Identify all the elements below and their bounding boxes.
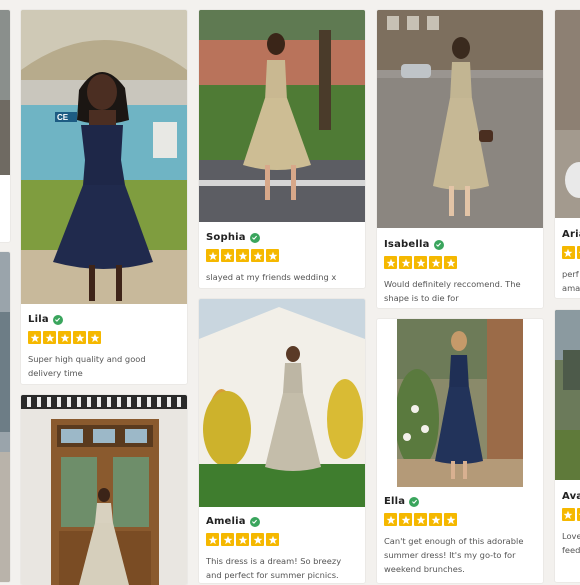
review-photo[interactable] — [0, 10, 10, 175]
star-icon — [43, 331, 56, 344]
review-text: Love feed — [562, 529, 580, 557]
star-icon — [577, 246, 580, 259]
verified-check-icon — [53, 315, 63, 325]
star-icon — [221, 249, 234, 262]
star-icon — [206, 533, 219, 546]
reviewer-name: Lila — [28, 314, 49, 325]
star-icon — [399, 513, 412, 526]
star-icon — [236, 249, 249, 262]
review-card-amelia[interactable]: Amelia This dress is a dream! So breezy … — [199, 299, 365, 583]
star-rating — [206, 533, 359, 546]
review-text: Super high quality and good delivery tim… — [28, 352, 181, 380]
reviewer-row: Ava — [562, 490, 580, 503]
review-text: Can't get enough of this adorable summer… — [384, 534, 537, 576]
star-icon — [58, 331, 71, 344]
star-icon — [562, 246, 575, 259]
review-card-partial[interactable] — [0, 252, 10, 582]
star-icon — [206, 249, 219, 262]
reviewer-name: Sophia — [206, 232, 246, 243]
photo-sign-text: CE — [57, 113, 69, 122]
reviewer-name: Aria — [562, 229, 580, 240]
review-card-ava[interactable]: Ava Love feed — [555, 310, 580, 582]
reviewer-name: Ava — [562, 491, 580, 502]
review-photo[interactable] — [397, 319, 523, 487]
review-card-aria[interactable]: Aria perf ama — [555, 10, 580, 298]
star-icon — [577, 508, 580, 521]
star-icon — [88, 331, 101, 344]
review-card-ella[interactable]: Ella Can't get enough of this adorable s… — [377, 319, 543, 583]
star-icon — [414, 513, 427, 526]
star-rating — [384, 513, 537, 526]
review-card-partial[interactable] — [0, 10, 10, 242]
star-icon — [266, 249, 279, 262]
review-text: Would definitely reccomend. The shape is… — [384, 277, 537, 305]
review-photo[interactable]: CE — [21, 10, 187, 304]
review-card-sophia[interactable]: Sophia slayed at my friends wedding x — [199, 10, 365, 288]
star-icon — [399, 256, 412, 269]
review-photo[interactable] — [377, 10, 543, 228]
review-photo[interactable] — [0, 252, 10, 582]
star-rating — [206, 249, 359, 262]
star-rating — [384, 256, 537, 269]
reviewer-row: Aria — [562, 228, 580, 241]
star-icon — [73, 331, 86, 344]
star-icon — [444, 513, 457, 526]
review-photo[interactable] — [199, 299, 365, 507]
review-card-doorway[interactable] — [21, 395, 187, 585]
verified-check-icon — [250, 517, 260, 527]
reviewer-name: Ella — [384, 496, 405, 507]
review-photo[interactable] — [199, 10, 365, 222]
star-rating — [562, 246, 580, 259]
verified-check-icon — [434, 240, 444, 250]
reviewer-row: Sophia — [206, 231, 359, 244]
star-icon — [221, 533, 234, 546]
star-icon — [444, 256, 457, 269]
reviewer-name: Isabella — [384, 239, 430, 250]
reviewer-row: Amelia — [206, 515, 359, 528]
star-icon — [429, 256, 442, 269]
verified-check-icon — [409, 497, 419, 507]
review-card-isabella[interactable]: Isabella Would definitely reccomend. The… — [377, 10, 543, 308]
star-rating — [562, 508, 580, 521]
star-icon — [429, 513, 442, 526]
star-rating — [28, 331, 181, 344]
review-text: slayed at my friends wedding x — [206, 270, 359, 284]
reviewer-row: Lila — [28, 313, 181, 326]
verified-check-icon — [250, 233, 260, 243]
reviewer-row: Ella — [384, 495, 537, 508]
reviewer-row: Isabella — [384, 238, 537, 251]
star-icon — [236, 533, 249, 546]
star-icon — [28, 331, 41, 344]
star-icon — [266, 533, 279, 546]
review-photo[interactable] — [555, 10, 580, 218]
review-text: perf ama — [562, 267, 580, 295]
reviewer-name: Amelia — [206, 516, 246, 527]
star-icon — [251, 249, 264, 262]
star-icon — [384, 513, 397, 526]
review-photo[interactable] — [555, 310, 580, 480]
review-photo[interactable] — [21, 395, 187, 585]
star-icon — [562, 508, 575, 521]
review-text: This dress is a dream! So breezy and per… — [206, 554, 359, 582]
review-card-lila[interactable]: CE Lila — [21, 10, 187, 384]
star-icon — [384, 256, 397, 269]
star-icon — [414, 256, 427, 269]
star-icon — [251, 533, 264, 546]
